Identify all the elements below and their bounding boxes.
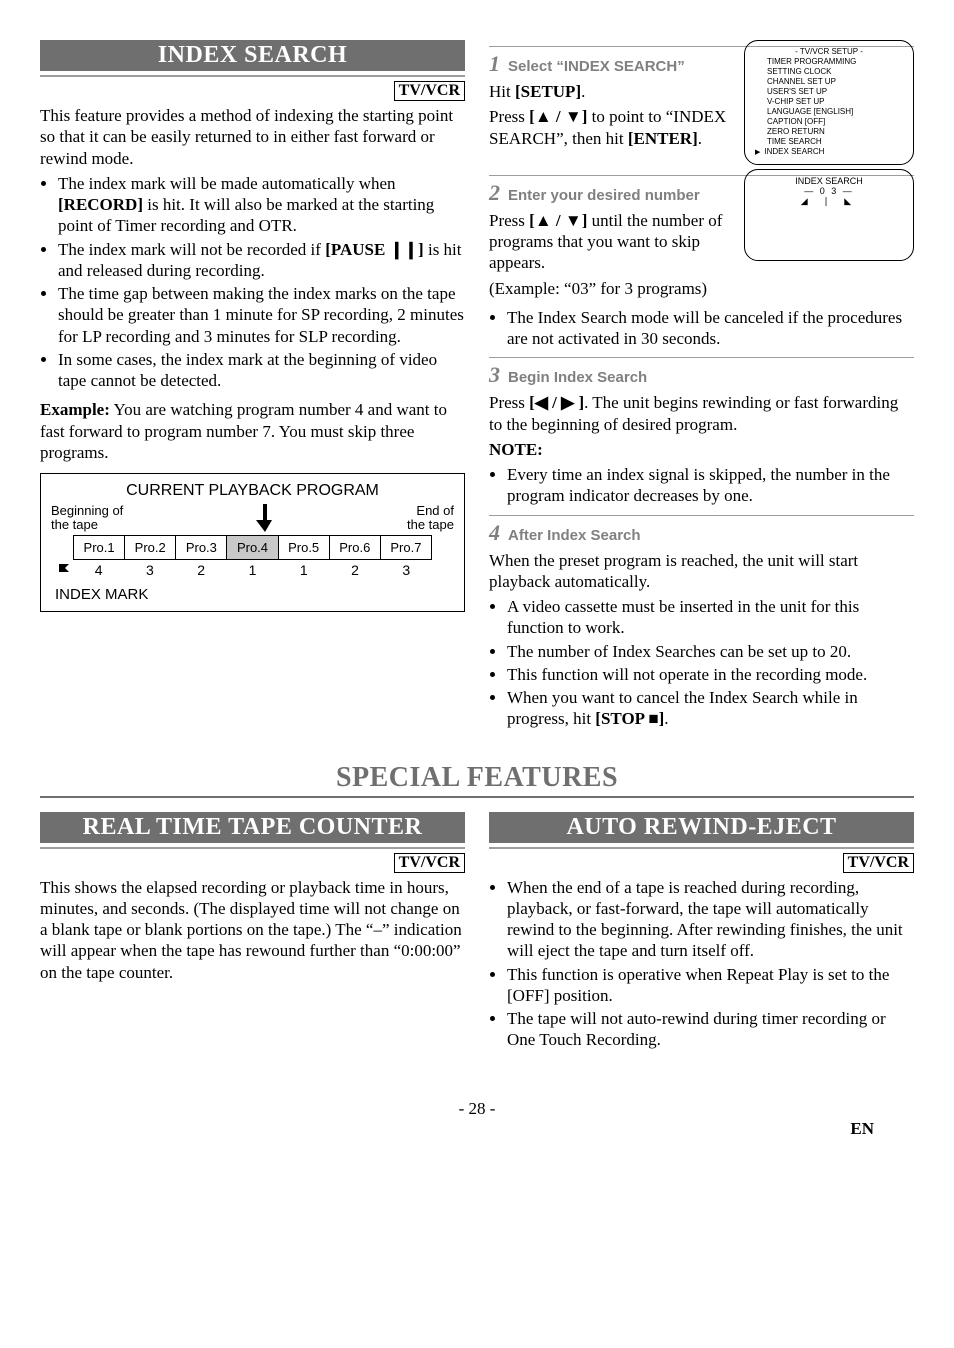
rule [40, 847, 465, 849]
list-item: When the end of a tape is reached during… [507, 877, 914, 962]
step-number: 3 [489, 362, 500, 387]
skip-number: 1 [278, 562, 329, 578]
skip-number: 2 [329, 562, 380, 578]
special-features-heading: SPECIAL FEATURES [40, 762, 914, 794]
index-mark-label: INDEX MARK [55, 586, 454, 603]
skip-number: 1 [227, 562, 278, 578]
language-code: EN [850, 1119, 874, 1139]
program-table: Pro.1 Pro.2 Pro.3 Pro.4 Pro.5 Pro.6 Pro.… [73, 535, 432, 560]
table-cell: Pro.2 [125, 536, 176, 559]
step-title: After Index Search [508, 527, 641, 544]
intro-text: This feature provides a method of indexi… [40, 105, 465, 169]
list-item: This function will not operate in the re… [507, 664, 914, 685]
list-item: The Index Search mode will be canceled i… [507, 307, 914, 350]
are-heading: AUTO REWIND-EJECT [489, 812, 914, 843]
list-item: The index mark will not be recorded if [… [58, 239, 465, 282]
step-title: Begin Index Search [508, 369, 647, 386]
note-label: NOTE: [489, 439, 914, 460]
list-item: The number of Index Searches can be set … [507, 641, 914, 662]
step-title: Select “INDEX SEARCH” [508, 58, 685, 75]
step-bullets: The Index Search mode will be canceled i… [489, 307, 914, 350]
table-cell: Pro.6 [330, 536, 381, 559]
step-text: When the preset program is reached, the … [489, 550, 914, 593]
list-item: The tape will not auto-rewind during tim… [507, 1008, 914, 1051]
skip-number: 3 [124, 562, 175, 578]
list-item: Every time an index signal is skipped, t… [507, 464, 914, 507]
step-number: 1 [489, 51, 500, 76]
step-number: 4 [489, 520, 500, 545]
playback-title: CURRENT PLAYBACK PROGRAM [51, 482, 454, 500]
table-cell: Pro.7 [381, 536, 431, 559]
step-text: (Example: “03” for 3 programs) [489, 278, 914, 299]
skip-number: 4 [73, 562, 124, 578]
rule [40, 75, 465, 77]
playback-diagram: CURRENT PLAYBACK PROGRAM Beginning of th… [40, 473, 465, 612]
list-item: A video cassette must be inserted in the… [507, 596, 914, 639]
begin-label: Beginning of the tape [51, 504, 123, 533]
step-4: 4 After Index Search [489, 515, 914, 546]
rule [489, 847, 914, 849]
osd-setup-menu: - TV/VCR SETUP - TIMER PROGRAMMING SETTI… [744, 40, 914, 165]
rule [40, 796, 914, 798]
osd-title: INDEX SEARCH [755, 176, 903, 186]
index-mark-icon [57, 562, 73, 580]
skip-number: 3 [381, 562, 432, 578]
tv-vcr-badge: TV/VCR [394, 81, 465, 101]
osd-title: - TV/VCR SETUP - [755, 47, 903, 57]
table-cell: Pro.1 [74, 536, 125, 559]
list-item: The index mark will be made automaticall… [58, 173, 465, 237]
list-item: When you want to cancel the Index Search… [507, 687, 914, 730]
tv-vcr-badge: TV/VCR [843, 853, 914, 873]
table-cell: Pro.5 [279, 536, 330, 559]
table-cell: Pro.3 [176, 536, 227, 559]
osd-arrows-icon: ◢ ❘ ◣ [755, 196, 903, 207]
rttc-text: This shows the elapsed recording or play… [40, 877, 465, 983]
osd-index-search: INDEX SEARCH — 0 3 — ◢ ❘ ◣ [744, 169, 914, 261]
list-item: The time gap between making the index ma… [58, 283, 465, 347]
table-cell-current: Pro.4 [227, 536, 278, 559]
end-label: End of the tape [407, 504, 454, 533]
step-3: 3 Begin Index Search [489, 357, 914, 388]
example-paragraph: Example: You are watching program number… [40, 399, 465, 463]
index-search-heading: INDEX SEARCH [40, 40, 465, 71]
step-bullets: Every time an index signal is skipped, t… [489, 464, 914, 507]
step-bullets: A video cassette must be inserted in the… [489, 596, 914, 730]
osd-value: — 0 3 — [755, 186, 903, 196]
step-title: Enter your desired number [508, 187, 700, 204]
osd-pointer-icon: INDEX SEARCH [755, 147, 903, 158]
page-number: - 28 - [40, 1099, 914, 1119]
are-bullets: When the end of a tape is reached during… [489, 877, 914, 1051]
list-item: In some cases, the index mark at the beg… [58, 349, 465, 392]
step-number: 2 [489, 180, 500, 205]
step-text: Press [◀ / ▶ ]. The unit begins rewindin… [489, 392, 914, 435]
list-item: This function is operative when Repeat P… [507, 964, 914, 1007]
intro-bullets: The index mark will be made automaticall… [40, 173, 465, 392]
skip-number: 2 [176, 562, 227, 578]
down-arrow-icon [256, 504, 274, 533]
tv-vcr-badge: TV/VCR [394, 853, 465, 873]
rttc-heading: REAL TIME TAPE COUNTER [40, 812, 465, 843]
